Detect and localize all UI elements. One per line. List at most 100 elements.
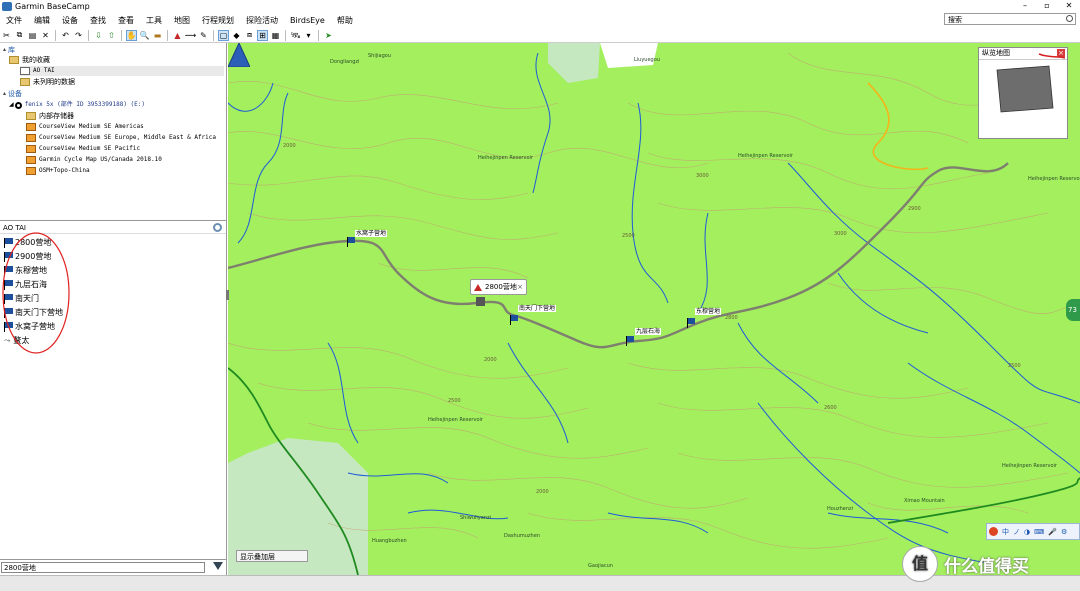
menu-adventures[interactable]: 探险活动 <box>240 15 284 26</box>
undo-icon[interactable]: ↶ <box>60 30 71 41</box>
map-place-label: Liuyuegou <box>634 57 660 63</box>
send-to-device-icon[interactable]: ⇧ <box>106 30 117 41</box>
zoom-icon[interactable]: 🔍 <box>139 30 150 41</box>
tree-ao-tai-label: AO TAI <box>33 67 55 74</box>
menu-tools[interactable]: 工具 <box>140 15 168 26</box>
menu-help[interactable]: 帮助 <box>331 15 359 26</box>
library-header[interactable]: ▴ 库 <box>3 45 15 55</box>
toolbar-divider <box>318 29 319 41</box>
paste-icon[interactable]: ▤ <box>27 30 38 41</box>
search-input[interactable]: 搜索 <box>944 13 1076 25</box>
toolbar-divider <box>121 29 122 41</box>
map-place-label: Dongliangzi <box>330 59 360 65</box>
3d-view-icon[interactable]: ◆ <box>231 30 242 41</box>
microphone-icon[interactable]: 🎤 <box>1048 528 1057 536</box>
app-icon <box>2 1 12 11</box>
close-icon[interactable]: × <box>517 280 523 294</box>
hand-tool-icon[interactable]: ✋ <box>126 29 137 41</box>
maximize-button[interactable]: ▫ <box>1036 0 1058 12</box>
tree-ao-tai[interactable]: AO TAI <box>20 66 224 76</box>
ime-punctuation-icon[interactable]: ノ <box>1013 527 1020 537</box>
filter-value: 2800营地 <box>4 564 36 572</box>
menu-map[interactable]: 地图 <box>168 15 196 26</box>
map-label: Heihejinpen Reservoir <box>738 153 793 159</box>
contour-label: 2500 <box>622 233 635 239</box>
toolbar-divider <box>55 29 56 41</box>
tree-internal-storage[interactable]: 内部存储器 <box>26 111 74 121</box>
map-label: Heihejinpen Reservoir <box>478 155 533 161</box>
close-button[interactable]: ✕ <box>1058 0 1080 12</box>
grid-icon[interactable]: ▦ <box>270 30 281 41</box>
tree-map-item[interactable]: Garmin Cycle Map US/Canada 2018.10 <box>26 155 162 165</box>
new-route-icon[interactable]: ⟿ <box>185 30 196 41</box>
menu-file[interactable]: 文件 <box>0 15 28 26</box>
delete-icon[interactable]: ✕ <box>40 30 51 41</box>
ime-toolbar[interactable]: 中 ノ ◑ ⌨ 🎤 ⚙ <box>986 523 1080 540</box>
minimize-button[interactable]: – <box>1014 0 1036 12</box>
map-graphics <box>228 43 1080 575</box>
fit-view-icon[interactable]: ⊞ <box>257 29 268 41</box>
ime-settings-icon[interactable]: ⚙ <box>1061 528 1067 536</box>
menu-edit[interactable]: 编辑 <box>28 15 56 26</box>
map-waypoint-label[interactable]: 东穆营地 <box>695 308 722 315</box>
overview-map[interactable]: 纵览地图 × <box>978 47 1068 139</box>
receive-from-device-icon[interactable]: ⇩ <box>93 30 104 41</box>
send-icon[interactable]: ➤ <box>323 30 334 41</box>
collapse-icon[interactable]: ▴ <box>3 45 6 55</box>
search-icon[interactable] <box>1066 15 1073 22</box>
map-side-pin[interactable]: 73 <box>1066 299 1080 321</box>
ime-language-icon[interactable]: 中 <box>1002 527 1009 537</box>
tree-unlisted-label: 未列明的数据 <box>33 78 75 86</box>
map-layers-icon[interactable]: ⧈ <box>244 30 255 41</box>
show-overlays-button[interactable]: 显示叠加层 <box>236 550 308 562</box>
new-waypoint-icon[interactable]: ▲ <box>172 30 183 41</box>
ime-halfwidth-icon[interactable]: ◑ <box>1024 528 1030 536</box>
library-tree: ▴ 库 我的收藏 AO TAI 未列明的数据 ▴ 设备 ◢ fenix 5x (… <box>0 43 226 219</box>
contour-label: 2000 <box>484 357 497 363</box>
ime-logo-icon[interactable] <box>989 527 998 536</box>
contour-label: 2000 <box>283 143 296 149</box>
search-placeholder: 搜索 <box>948 16 962 24</box>
2d-map-icon[interactable]: ▢ <box>218 29 229 41</box>
tree-map-item[interactable]: CourseView Medium SE Pacific <box>26 144 140 154</box>
dropdown-icon[interactable]: ▾ <box>303 30 314 41</box>
devices-header-label: 设备 <box>8 90 23 98</box>
watch-icon <box>14 101 22 109</box>
map-product-icon <box>26 123 36 131</box>
menu-birdseye[interactable]: BirdsEye <box>284 16 331 25</box>
filter-input[interactable]: 2800营地 <box>1 562 205 573</box>
tree-map-item[interactable]: CourseView Medium SE Europe, Middle East… <box>26 133 216 143</box>
show-overlays-label: 显示叠加层 <box>240 553 275 561</box>
tree-device[interactable]: ◢ fenix 5x (部件 ID 3953399188) (E:) <box>9 100 145 110</box>
keyboard-icon[interactable]: ⌨ <box>1034 528 1044 536</box>
red-circle-annotation <box>2 232 70 354</box>
tree-my-collection[interactable]: 我的收藏 <box>9 55 50 65</box>
copy-icon[interactable]: ⧉ <box>14 30 25 41</box>
map-waypoint-label[interactable]: 九层石海 <box>635 328 662 335</box>
panel-splitter-handle[interactable] <box>226 290 229 300</box>
tree-unlisted[interactable]: 未列明的数据 <box>20 77 75 87</box>
collapse-icon[interactable]: ▴ <box>3 89 6 99</box>
tree-map-item[interactable]: CourseView Medium SE Americas <box>26 122 144 132</box>
gear-icon[interactable] <box>213 223 222 232</box>
map-waypoint-label[interactable]: 水窝子营地 <box>355 230 388 237</box>
waypoint-popup[interactable]: 2800营地 × <box>470 279 527 295</box>
menu-view[interactable]: 查看 <box>112 15 140 26</box>
menu-route-planning[interactable]: 行程规划 <box>196 15 240 26</box>
measure-icon[interactable]: ▬ <box>152 30 163 41</box>
contour-label: 2500 <box>448 398 461 404</box>
cut-icon[interactable]: ✂ <box>1 30 12 41</box>
new-track-icon[interactable]: ✎ <box>198 30 209 41</box>
list-icon <box>20 67 30 75</box>
redo-icon[interactable]: ↷ <box>73 30 84 41</box>
menu-device[interactable]: 设备 <box>56 15 84 26</box>
map-view[interactable]: 纵览地图 × 2800营地 × 水窝子营地 南天门下营地 九层石海 东穆营地 H… <box>228 43 1080 575</box>
devices-header[interactable]: ▴ 设备 <box>3 89 22 99</box>
menu-find[interactable]: 查找 <box>84 15 112 26</box>
tree-map-item[interactable]: OSM+Topo-China <box>26 166 90 176</box>
folder-icon <box>20 78 30 86</box>
north-arrow-icon[interactable] <box>228 43 250 67</box>
filter-icon[interactable] <box>213 562 223 570</box>
map-waypoint-label[interactable]: 南天门下营地 <box>518 305 557 312</box>
satellite-icon[interactable]: 🛰 <box>290 30 301 41</box>
